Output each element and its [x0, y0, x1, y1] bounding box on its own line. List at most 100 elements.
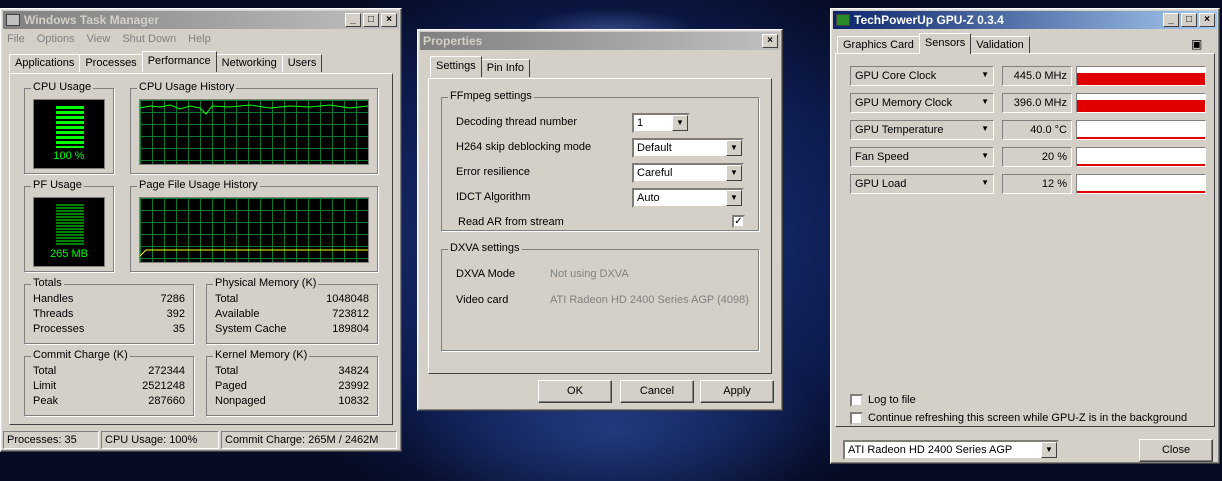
tab-graphics-card[interactable]: Graphics Card	[837, 36, 920, 54]
properties-window: Properties × Settings Pin Info FFmpeg se…	[417, 29, 783, 411]
error-resilience-select[interactable]: Careful ▼	[632, 163, 744, 183]
tab-settings[interactable]: Settings	[430, 56, 482, 77]
chevron-down-icon[interactable]: ▼	[726, 140, 742, 156]
maximize-icon[interactable]: □	[1181, 13, 1197, 27]
menu-help[interactable]: Help	[188, 33, 211, 45]
sensor-graph-fill	[1077, 191, 1205, 193]
idct-select[interactable]: Auto ▼	[632, 188, 744, 208]
pf-usage-meter: 265 MB	[33, 197, 105, 267]
chevron-down-icon[interactable]: ▼	[672, 115, 688, 131]
decoding-thread-select[interactable]: 1 ▼	[632, 113, 690, 133]
chevron-down-icon[interactable]: ▼	[981, 178, 989, 187]
h264-label: H264 skip deblocking mode	[456, 141, 592, 153]
close-icon[interactable]: ×	[1199, 13, 1215, 27]
cpu-history-line	[139, 104, 369, 115]
video-card-value: ATI Radeon HD 2400 Series AGP (4098)	[550, 294, 749, 306]
status-bar: Processes: 35 CPU Usage: 100% Commit Cha…	[3, 431, 397, 449]
sensor-name[interactable]: GPU Load ▼	[850, 174, 994, 194]
maximize-icon[interactable]: □	[363, 13, 379, 27]
cpu-usage-label: CPU Usage	[31, 81, 94, 93]
dxva-label: DXVA settings	[448, 242, 522, 254]
tab-performance[interactable]: Performance	[141, 51, 217, 72]
log-to-file-label: Log to file	[868, 394, 916, 406]
close-icon[interactable]: ×	[762, 34, 778, 48]
sensor-name[interactable]: GPU Core Clock ▼	[850, 66, 994, 86]
sensor-name[interactable]: GPU Temperature ▼	[850, 120, 994, 140]
phys-cache-value: 189804	[332, 323, 369, 335]
pf-usage-group: PF Usage 265 MB	[24, 179, 114, 272]
tab-validation[interactable]: Validation	[970, 36, 1030, 54]
physical-memory-group: Physical Memory (K) Total 1048048 Availab…	[206, 277, 378, 344]
camera-icon[interactable]: ▣	[1191, 37, 1202, 51]
sensor-graph-fill	[1077, 137, 1205, 139]
properties-title: Properties	[423, 34, 483, 48]
continue-refresh-checkbox[interactable]	[850, 412, 863, 425]
menu-options[interactable]: Options	[37, 33, 75, 45]
menu-bar: File Options View Shut Down Help	[1, 29, 401, 48]
tab-processes[interactable]: Processes	[79, 54, 143, 72]
gpuz-icon	[836, 14, 850, 26]
chevron-down-icon[interactable]: ▼	[981, 151, 989, 160]
gpuz-titlebar[interactable]: TechPowerUp GPU-Z 0.3.4 _ □ ×	[833, 11, 1217, 29]
minimize-icon[interactable]: _	[1163, 13, 1179, 27]
sensor-graph-fill	[1077, 73, 1205, 85]
commit-charge-group: Commit Charge (K) Total 272344 Limit 25212…	[24, 349, 194, 416]
phys-cache-label: System Cache	[215, 323, 287, 335]
phys-total-label: Total	[215, 293, 239, 305]
sensor-name[interactable]: GPU Memory Clock ▼	[850, 93, 994, 113]
sensor-graph	[1076, 147, 1206, 167]
status-cpu: CPU Usage: 100%	[101, 431, 219, 449]
chevron-down-icon[interactable]: ▼	[726, 190, 742, 206]
status-processes: Processes: 35	[3, 431, 99, 449]
processes-label: Processes	[33, 323, 85, 335]
ok-button[interactable]: OK	[538, 380, 612, 403]
kernel-paged-label: Paged	[215, 380, 247, 392]
menu-view[interactable]: View	[87, 33, 111, 45]
tab-sensors[interactable]: Sensors	[918, 33, 972, 54]
sensor-graph-fill	[1077, 164, 1205, 166]
tab-users[interactable]: Users	[281, 54, 323, 72]
close-button[interactable]: Close	[1139, 439, 1213, 462]
chevron-down-icon[interactable]: ▼	[981, 97, 989, 106]
card-select[interactable]: ATI Radeon HD 2400 Series AGP ▼	[843, 440, 1059, 460]
kernel-nonpaged-label: Nonpaged	[215, 395, 266, 407]
task-manager-title: Windows Task Manager	[24, 13, 160, 27]
menu-file[interactable]: File	[7, 33, 25, 45]
chevron-down-icon[interactable]: ▼	[1041, 442, 1057, 458]
pf-history-line	[139, 249, 368, 257]
commit-charge-label: Commit Charge (K)	[31, 349, 130, 361]
kernel-nonpaged-value: 10832	[338, 395, 369, 407]
log-to-file-checkbox[interactable]	[850, 394, 863, 407]
apply-button[interactable]: Apply	[700, 380, 774, 403]
continue-refresh-label: Continue refreshing this screen while GP…	[868, 412, 1188, 424]
cpu-history-label: CPU Usage History	[137, 81, 237, 93]
commit-peak-value: 287660	[148, 395, 185, 407]
task-manager-titlebar[interactable]: Windows Task Manager _ □ ×	[3, 11, 399, 29]
tab-networking[interactable]: Networking	[215, 54, 283, 72]
chevron-down-icon[interactable]: ▼	[726, 165, 742, 181]
tab-applications[interactable]: Applications	[9, 54, 81, 72]
sensor-graph	[1076, 174, 1206, 194]
cancel-button[interactable]: Cancel	[620, 380, 694, 403]
h264-select[interactable]: Default ▼	[632, 138, 744, 158]
kernel-total-label: Total	[215, 365, 239, 377]
decoding-thread-value: 1	[637, 117, 644, 129]
video-card-label: Video card	[456, 294, 509, 306]
sensor-name[interactable]: Fan Speed ▼	[850, 147, 994, 167]
minimize-icon[interactable]: _	[345, 13, 361, 27]
settings-panel: FFmpeg settings Decoding thread number 1…	[428, 78, 772, 374]
sensor-graph-fill	[1077, 100, 1205, 112]
threads-label: Threads	[33, 308, 74, 320]
sensor-value: 12 %	[1002, 174, 1072, 194]
chevron-down-icon[interactable]: ▼	[981, 70, 989, 79]
read-ar-checkbox[interactable]: ✓	[732, 215, 745, 228]
properties-titlebar[interactable]: Properties ×	[420, 32, 780, 50]
chevron-down-icon[interactable]: ▼	[981, 124, 989, 133]
idct-value: Auto	[637, 192, 660, 204]
close-icon[interactable]: ×	[381, 13, 397, 27]
tab-pin-info[interactable]: Pin Info	[480, 59, 531, 77]
menu-shutdown[interactable]: Shut Down	[122, 33, 176, 45]
cpu-history-graph	[139, 99, 369, 165]
phys-total-value: 1048048	[326, 293, 369, 305]
sensor-graph	[1076, 120, 1206, 140]
